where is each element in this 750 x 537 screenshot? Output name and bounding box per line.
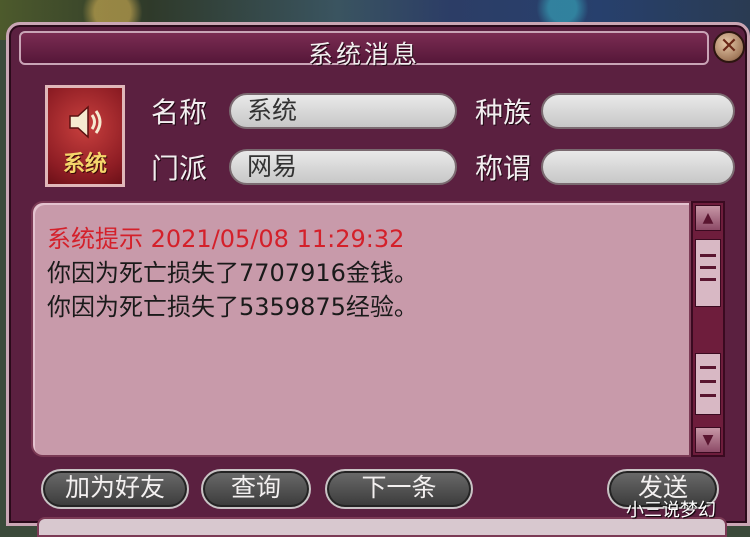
speaker-icon bbox=[69, 105, 102, 139]
watermark: 小三说梦幻 bbox=[626, 500, 716, 521]
window-title: 系统消息 bbox=[307, 40, 420, 69]
scroll-thumb[interactable] bbox=[695, 239, 721, 307]
message-line: 你因为死亡损失了7707916金钱。 bbox=[47, 259, 418, 287]
next-message-button[interactable]: 下一条 bbox=[325, 469, 473, 509]
sect-field[interactable]: 网易 bbox=[229, 149, 457, 185]
sect-label: 门派 bbox=[151, 152, 208, 185]
message-header: 系统提示 2021/05/08 11:29:32 bbox=[47, 225, 405, 253]
scroll-up-button[interactable]: ▲ bbox=[695, 205, 721, 231]
message-line: 你因为死亡损失了5359875经验。 bbox=[47, 293, 418, 321]
add-friend-button[interactable]: 加为好友 bbox=[41, 469, 189, 509]
race-field[interactable] bbox=[541, 93, 735, 129]
name-field[interactable]: 系统 bbox=[229, 93, 457, 129]
scrollbar[interactable]: ▲ ▼ bbox=[691, 201, 725, 457]
scroll-down-button[interactable]: ▼ bbox=[695, 427, 721, 453]
chevron-up-icon: ▲ bbox=[702, 210, 714, 226]
title-field[interactable] bbox=[541, 149, 735, 185]
system-message-window: 系统消息 ✕ 系统 名称 系统 种族 门派 网易 称谓 系统提示 2021/05… bbox=[6, 22, 750, 537]
input-strip[interactable] bbox=[37, 517, 727, 537]
avatar-label: 系统 bbox=[62, 152, 107, 177]
avatar: 系统 bbox=[45, 85, 125, 187]
name-label: 名称 bbox=[151, 96, 208, 129]
close-icon: ✕ bbox=[719, 34, 739, 59]
close-button[interactable]: ✕ bbox=[713, 31, 745, 63]
race-label: 种族 bbox=[475, 96, 532, 129]
title-bar[interactable]: 系统消息 bbox=[19, 31, 709, 69]
scroll-grip[interactable] bbox=[695, 353, 721, 415]
message-area[interactable]: 系统提示 2021/05/08 11:29:32 你因为死亡损失了7707916… bbox=[31, 201, 691, 457]
query-button[interactable]: 查询 bbox=[201, 469, 311, 509]
title-label: 称谓 bbox=[475, 152, 532, 185]
chevron-down-icon: ▼ bbox=[702, 432, 714, 448]
